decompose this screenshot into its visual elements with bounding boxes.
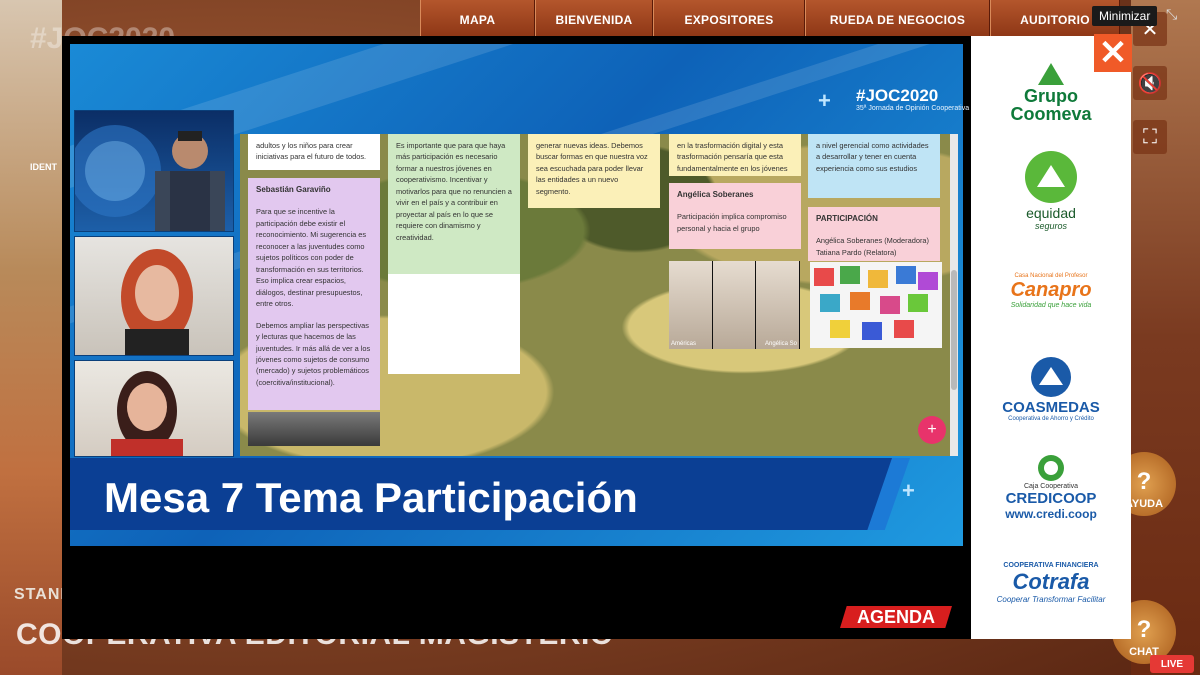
credicoop-logo-icon: [1038, 455, 1064, 481]
top-navigation: MAPA BIENVENIDA EXPOSITORES RUEDA DE NEG…: [420, 0, 1120, 40]
coasmedas-logo-icon: [1031, 356, 1071, 397]
board-note-text: generar nuevas ideas. Debemos buscar for…: [536, 141, 648, 196]
fullscreen-icon[interactable]: ⛶: [1133, 120, 1167, 154]
nav-mapa[interactable]: MAPA: [420, 0, 535, 40]
sponsor-name: CREDICOOP: [1005, 490, 1097, 507]
sponsor-tagline: COOPERATIVA FINANCIERA: [1003, 562, 1099, 569]
sponsor-name: Cotrafa: [1012, 569, 1090, 594]
sponsor-name: Coomeva: [1010, 104, 1092, 124]
participant-1-video-frame: [121, 249, 193, 355]
sponsor-logo-coomeva[interactable]: Grupo Coomeva: [981, 46, 1121, 138]
nav-expositores[interactable]: EXPOSITORES: [653, 0, 805, 40]
board-note-participacion[interactable]: PARTICIPACIÓN Angélica Soberanes (Modera…: [808, 207, 940, 261]
webcam-participant-2: [74, 360, 234, 457]
shrink-icon[interactable]: ⤡: [1166, 6, 1184, 24]
board-note-text: en la trasformación digital y esta trasf…: [677, 141, 788, 173]
board-note[interactable]: Es importante que para que haya más part…: [388, 134, 520, 274]
sponsor-name: Canapro: [1010, 279, 1092, 301]
agenda-button[interactable]: AGENDA: [840, 606, 952, 628]
mute-icon[interactable]: 🔇: [1133, 66, 1167, 100]
coomeva-logo-icon: [1038, 63, 1064, 85]
right-stand-panel: [1131, 0, 1200, 675]
plus-decor-icon: +: [818, 88, 831, 113]
webcam-host: [74, 110, 234, 232]
background-ident-label: IDENT: [30, 162, 57, 172]
zoom-screenshot: Américas Angélica So: [669, 261, 801, 349]
event-hashtag: #JOC2020: [856, 86, 939, 105]
board-note-text: Es importante que para que haya más part…: [396, 141, 512, 242]
minimize-tooltip: Minimizar: [1092, 6, 1158, 26]
sponsor-logo-coasmedas[interactable]: COASMEDAS Cooperativa de Ahorro y Crédit…: [981, 346, 1121, 430]
participant-2-video-frame: [111, 371, 183, 456]
left-stand-panel: [0, 0, 62, 675]
board-scrollbar[interactable]: [950, 134, 958, 456]
live-badge: LIVE: [1150, 655, 1194, 673]
nav-bienvenida[interactable]: BIENVENIDA: [535, 0, 653, 40]
event-subtitle: 35ª Jornada de Opinión Cooperativa: [856, 105, 970, 112]
sponsor-name: equidad: [1026, 205, 1076, 221]
board-note-title: Angélica Soberanes: [677, 190, 754, 199]
sponsor-url: www.credi.coop: [1005, 507, 1097, 521]
board-note[interactable]: generar nuevas ideas. Debemos buscar for…: [528, 134, 660, 208]
webcam-participant-1: [74, 236, 234, 356]
sponsor-tagline: Solidaridad que hace vida: [1010, 302, 1092, 309]
board-note-text: Angélica Soberanes (Moderadora) Tatiana …: [816, 236, 929, 257]
equidad-logo-icon: [1025, 151, 1077, 203]
board-note-sebastian[interactable]: Sebastián Garaviño Para que se incentive…: [248, 178, 380, 410]
sponsor-logo-equidad[interactable]: equidad seguros: [981, 142, 1121, 238]
board-note-title: PARTICIPACIÓN: [816, 214, 878, 223]
board-note[interactable]: adultos y los niños para crear iniciativ…: [248, 134, 380, 170]
zoom-tile: [712, 261, 757, 349]
board-note-text: Debemos ampliar las perspectivas y lectu…: [256, 320, 371, 387]
sponsor-tagline: Cooperar Transformar Facilitar: [996, 595, 1106, 604]
board-note-image: [248, 412, 380, 446]
scrollbar-thumb[interactable]: [951, 270, 957, 390]
zoom-tile: Américas: [669, 261, 713, 349]
zoom-name: Américas: [671, 341, 697, 347]
sponsor-tagline: Cooperativa de Ahorro y Crédito: [1008, 415, 1094, 422]
chat-icon: ?: [1136, 616, 1152, 643]
puzzle-image: [810, 262, 942, 348]
sponsor-tagline: Caja Cooperativa: [1023, 483, 1079, 490]
board-note[interactable]: a nivel gerencial como actividades a des…: [808, 134, 940, 198]
board-note-text: adultos y los niños para crear iniciativ…: [256, 141, 367, 162]
nav-rueda-de-negocios[interactable]: RUEDA DE NEGOCIOS: [805, 0, 990, 40]
board-note-text: Participación implica compromiso persona…: [677, 212, 787, 233]
puzzle-pieces-graphic: [814, 266, 938, 340]
board-note-title: Sebastián Garaviño: [256, 185, 331, 194]
lower-third-title: Mesa 7 Tema Participación: [104, 474, 638, 521]
plus-decor-icon: +: [902, 478, 915, 503]
sponsor-logo-credicoop[interactable]: Caja Cooperativa CREDICOOP www.credi.coo…: [981, 444, 1121, 530]
zoom-name: Angélica So: [764, 341, 798, 347]
host-video-frame: [75, 125, 225, 231]
sponsor-logo-cotrafa[interactable]: COOPERATIVA FINANCIERA Cotrafa Cooperar …: [981, 548, 1121, 618]
question-icon: ?: [1136, 468, 1152, 495]
sponsor-name: COASMEDAS: [1002, 398, 1100, 416]
board-note-text: a nivel gerencial como actividades a des…: [816, 141, 929, 173]
board-note-blank: [388, 274, 520, 374]
board-note-text: Para que se incentive la participación d…: [256, 207, 367, 309]
sponsor-logo-canapro[interactable]: Casa Nacional del Profesor Canapro Solid…: [981, 248, 1121, 334]
zoom-tile: Angélica So: [756, 261, 801, 349]
sponsor-name: Grupo: [1024, 86, 1078, 106]
sponsor-tagline: seguros: [1034, 221, 1068, 231]
board-note[interactable]: en la trasformación digital y esta trasf…: [669, 134, 801, 176]
plus-icon: +: [927, 421, 937, 438]
board-note-angelica[interactable]: Angélica Soberanes Participación implica…: [669, 183, 801, 249]
add-note-button[interactable]: +: [918, 416, 946, 444]
